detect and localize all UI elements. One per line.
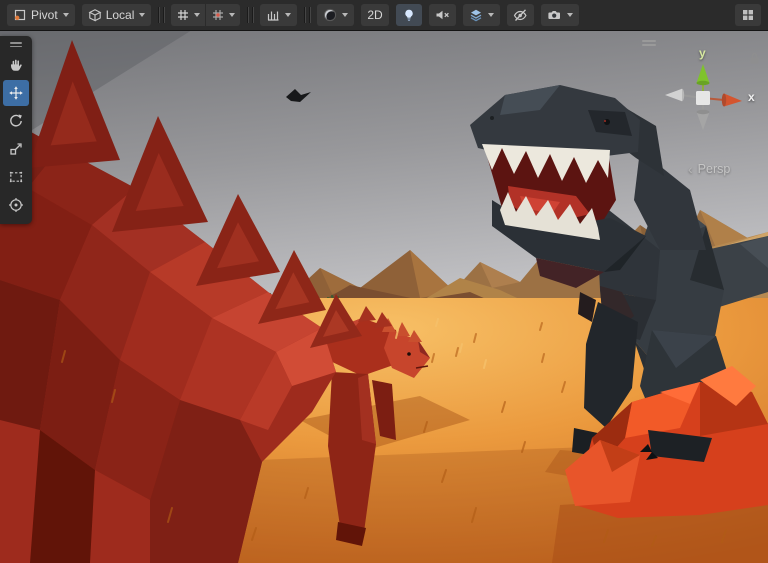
- light-bulb-icon: [402, 8, 416, 22]
- camera-icon: [547, 8, 562, 22]
- view-tool-button[interactable]: [3, 52, 29, 78]
- chevron-left-icon: ‹: [688, 161, 693, 177]
- shading-mode-icon: [323, 8, 337, 22]
- scene-visibility-button[interactable]: [506, 4, 534, 26]
- pivot-icon: [13, 8, 27, 22]
- audio-mute-icon: [435, 8, 450, 22]
- toolbar-separator: [158, 7, 165, 23]
- pivot-button[interactable]: Pivot: [7, 4, 75, 26]
- toolbar-separator: [304, 7, 311, 23]
- toolbar-separator: [247, 7, 254, 23]
- hand-icon: [8, 57, 24, 73]
- gizmo-drag-handle[interactable]: [642, 40, 656, 46]
- effects-icon: [469, 8, 483, 22]
- eye-slash-icon: [513, 8, 528, 22]
- tools-overlay: [0, 36, 32, 224]
- transform-icon: [8, 197, 24, 213]
- local-cube-icon: [88, 8, 102, 22]
- gizmo-neg-x-cone[interactable]: [665, 88, 682, 102]
- chevron-down-icon: [342, 13, 349, 17]
- rotate-tool-button[interactable]: [3, 108, 29, 134]
- effects-button[interactable]: [462, 4, 500, 26]
- chevron-down-icon: [229, 13, 236, 17]
- rect-tool-icon: [8, 169, 24, 185]
- axis-gizmo[interactable]: [632, 50, 768, 162]
- grid-snap-icon: [211, 8, 225, 22]
- shading-mode-button[interactable]: [317, 4, 355, 26]
- transform-tool-button[interactable]: [3, 192, 29, 218]
- scene-lighting-button[interactable]: [395, 4, 422, 26]
- axis-y-label: y: [699, 46, 706, 60]
- snap-increment-icon: [266, 8, 280, 22]
- gizmo-center-cube[interactable]: [696, 91, 710, 105]
- snap-increment-button[interactable]: [260, 4, 298, 26]
- rotation-space-button[interactable]: Local: [81, 4, 152, 26]
- axis-x-label: x: [748, 90, 755, 104]
- chevron-down-icon: [285, 13, 292, 17]
- scale-icon: [8, 141, 24, 157]
- chevron-down-icon: [566, 13, 573, 17]
- unity-scene-view: Pivot Local 2D y x ‹ Persp: [0, 0, 768, 563]
- chevron-down-icon: [194, 13, 201, 17]
- rotate-icon: [8, 113, 24, 129]
- camera-settings-button[interactable]: [540, 4, 579, 26]
- rotation-space-label: Local: [105, 8, 135, 22]
- gizmo-y-cone[interactable]: [696, 64, 710, 83]
- projection-label: Persp: [697, 162, 731, 176]
- grid-visibility-icon: [176, 8, 190, 22]
- scale-tool-button[interactable]: [3, 136, 29, 162]
- projection-toggle[interactable]: ‹ Persp: [688, 162, 730, 176]
- pivot-label: Pivot: [31, 8, 58, 22]
- grid-visibility-button[interactable]: [171, 4, 205, 26]
- scene-toolbar: Pivot Local 2D: [0, 0, 768, 31]
- grid-snap-button[interactable]: [205, 4, 240, 26]
- tools-overlay-drag-handle[interactable]: [0, 39, 32, 50]
- chevron-down-icon: [62, 13, 69, 17]
- orientation-gizmo-overlay: y x ‹ Persp: [632, 34, 768, 186]
- mode-2d-button[interactable]: 2D: [361, 4, 389, 26]
- move-arrows-icon: [8, 85, 24, 101]
- move-tool-button[interactable]: [3, 80, 29, 106]
- gizmo-neg-y-cone[interactable]: [696, 112, 710, 130]
- audio-mute-button[interactable]: [428, 4, 456, 26]
- rect-tool-button[interactable]: [3, 164, 29, 190]
- overlays-menu-button[interactable]: [735, 4, 761, 26]
- overlays-grid-icon: [741, 8, 755, 22]
- mode-2d-label: 2D: [367, 8, 383, 22]
- gizmo-x-cone[interactable]: [724, 93, 742, 107]
- chevron-down-icon: [139, 13, 146, 17]
- grid-snap-group: [171, 4, 241, 26]
- chevron-down-icon: [487, 13, 494, 17]
